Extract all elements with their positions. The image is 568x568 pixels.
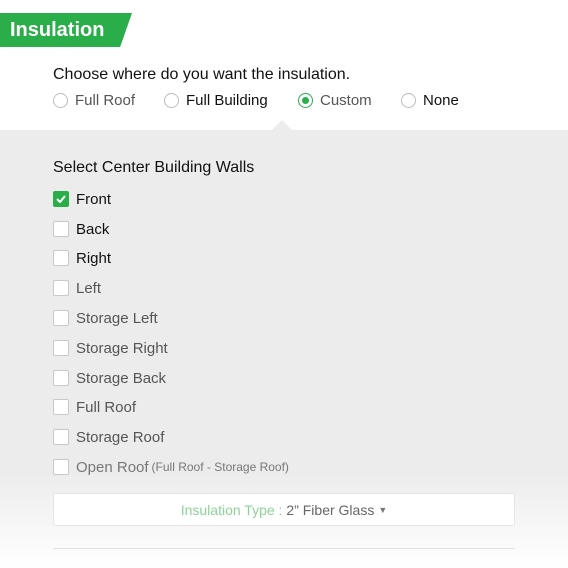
radio-label-none: None xyxy=(423,92,459,109)
caret-down-icon: ▼ xyxy=(378,504,388,515)
checkbox-label-storage-back: Storage Back xyxy=(76,369,167,387)
checkbox-empty-icon xyxy=(53,221,69,237)
insulation-header: Insulation xyxy=(0,13,132,47)
checkbox-empty-icon xyxy=(53,310,69,326)
radio-selected-icon xyxy=(298,93,313,108)
checkbox-front[interactable]: Front xyxy=(53,190,111,208)
checkbox-label-storage-roof: Storage Roof xyxy=(76,428,165,446)
walls-section-title: Select Center Building Walls xyxy=(53,159,255,176)
checkbox-label-right: Right xyxy=(76,249,112,267)
checkbox-right[interactable]: Right xyxy=(53,249,111,267)
radio-none[interactable]: None xyxy=(401,92,459,109)
checkbox-open-roof[interactable]: Open Roof (Full Roof - Storage Roof) xyxy=(53,458,289,476)
checkbox-label-full-roof: Full Roof xyxy=(76,398,137,416)
radio-label-custom: Custom xyxy=(320,92,372,109)
checkbox-label-open-roof: Open Roof xyxy=(76,458,149,476)
checkbox-full-roof[interactable]: Full Roof xyxy=(53,398,136,416)
insulation-type-label: Insulation Type : xyxy=(180,501,283,518)
radio-custom[interactable]: Custom xyxy=(298,92,372,109)
checkbox-empty-icon xyxy=(53,250,69,266)
open-roof-note: (Full Roof - Storage Roof) xyxy=(151,460,289,474)
checkbox-empty-icon xyxy=(53,399,69,415)
checkbox-storage-back[interactable]: Storage Back xyxy=(53,369,166,387)
checkbox-storage-roof[interactable]: Storage Roof xyxy=(53,428,164,446)
insulation-type-dropdown[interactable]: Insulation Type : 2” Fiber Glass ▼ xyxy=(53,493,515,526)
radio-full-building[interactable]: Full Building xyxy=(164,92,268,109)
checkbox-empty-icon xyxy=(53,459,69,475)
checkbox-back[interactable]: Back xyxy=(53,220,109,238)
checkbox-label-back: Back xyxy=(76,220,110,238)
radio-full-roof[interactable]: Full Roof xyxy=(53,92,135,109)
checkbox-empty-icon xyxy=(53,429,69,445)
radio-circle-icon xyxy=(53,93,68,108)
radio-label-full-roof: Full Roof xyxy=(75,92,136,109)
checkbox-left[interactable]: Left xyxy=(53,279,101,297)
checkbox-empty-icon xyxy=(53,370,69,386)
insulation-type-value: 2” Fiber Glass xyxy=(286,501,375,518)
radio-circle-icon xyxy=(164,93,179,108)
checkbox-storage-left[interactable]: Storage Left xyxy=(53,309,158,327)
radio-label-full-building: Full Building xyxy=(186,92,268,109)
checkbox-empty-icon xyxy=(53,280,69,296)
checkbox-storage-right[interactable]: Storage Right xyxy=(53,339,168,357)
checkbox-label-storage-left: Storage Left xyxy=(76,309,158,327)
panel-pointer-arrow xyxy=(272,120,292,130)
insulation-question: Choose where do you want the insulation. xyxy=(53,66,351,83)
checkbox-checked-icon xyxy=(53,191,69,207)
checkbox-label-left: Left xyxy=(76,279,102,297)
checkbox-label-front: Front xyxy=(76,190,112,208)
checkbox-label-storage-right: Storage Right xyxy=(76,339,168,357)
checkbox-empty-icon xyxy=(53,340,69,356)
radio-circle-icon xyxy=(401,93,416,108)
bottom-divider xyxy=(53,548,515,549)
